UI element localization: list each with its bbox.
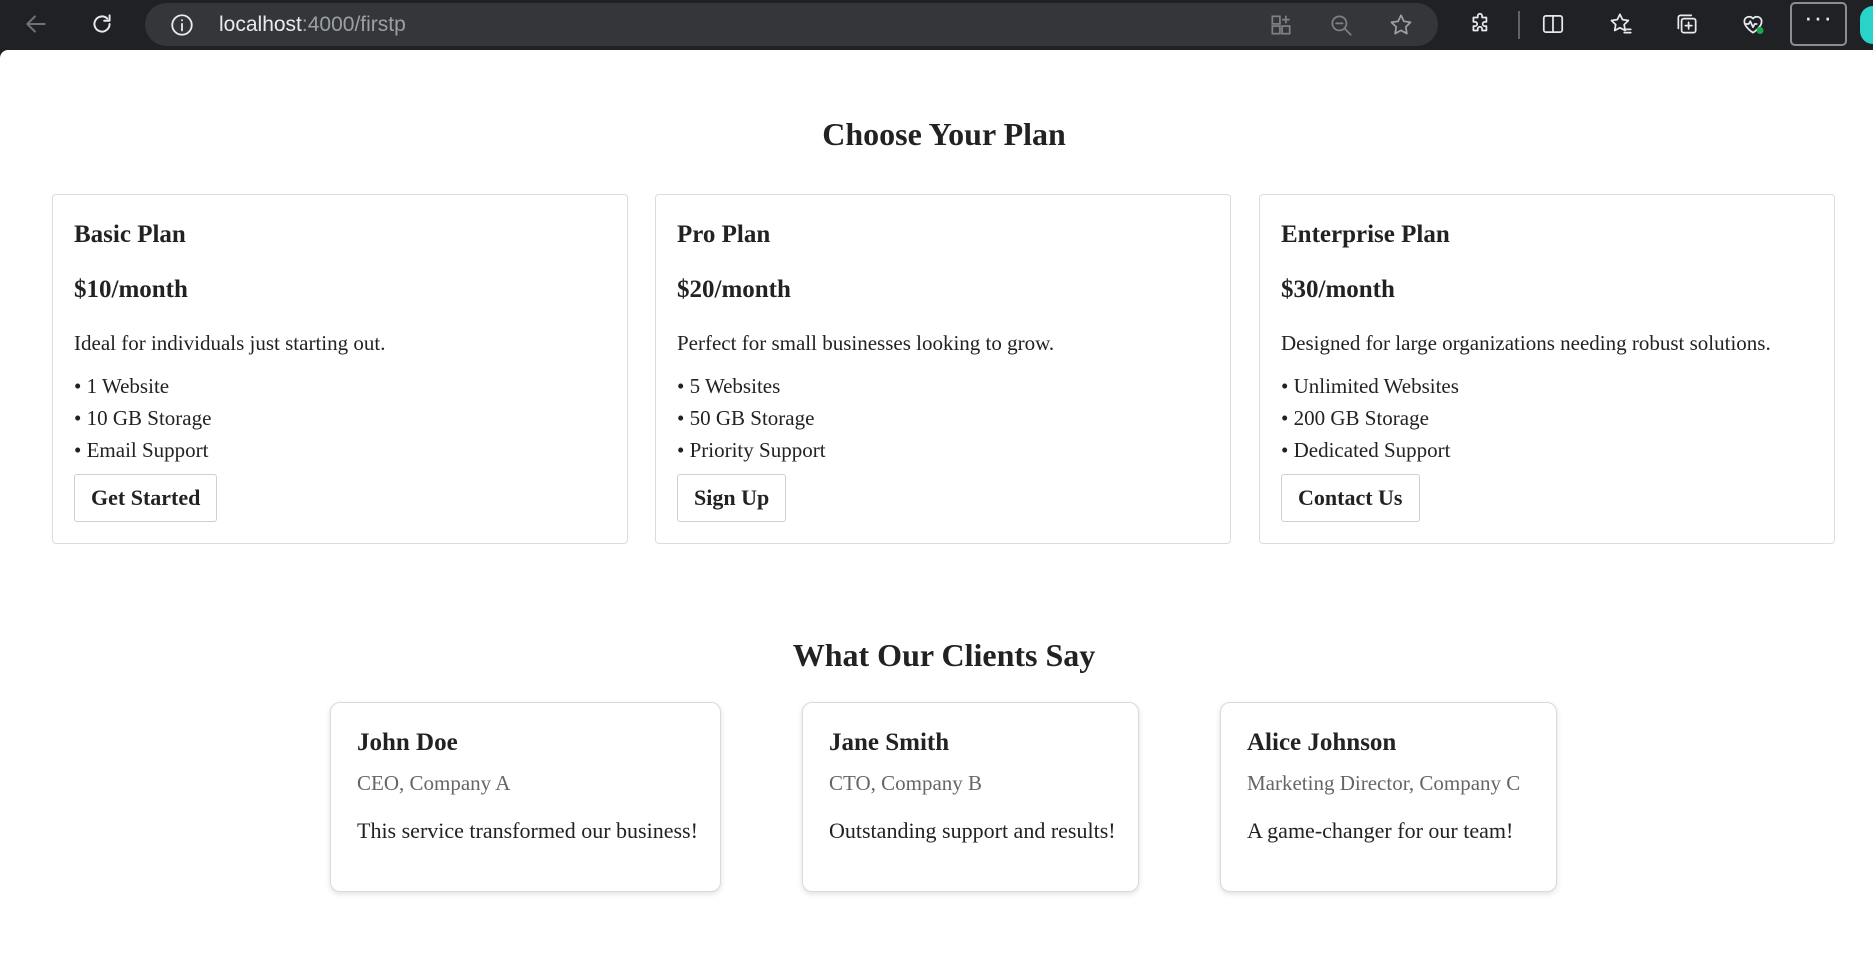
plan-description: Perfect for small businesses looking to …	[677, 331, 1055, 355]
contact-us-button[interactable]: Contact Us	[1281, 474, 1420, 522]
url-text[interactable]: localhost:4000/firstp	[219, 13, 406, 37]
plan-features: • 5 Websites • 50 GB Storage • Priority …	[677, 370, 826, 466]
plan-price: $20/month	[677, 276, 791, 303]
url-host: localhost	[219, 13, 302, 36]
app-available-icon[interactable]	[1268, 12, 1294, 38]
toolbar-divider	[1518, 11, 1520, 39]
plan-feature: • 10 GB Storage	[74, 406, 212, 430]
zoom-out-icon[interactable]	[1328, 12, 1354, 38]
plan-feature: • 200 GB Storage	[1281, 406, 1429, 430]
sidebar-copilot-icon[interactable]	[1860, 6, 1873, 44]
sign-up-button[interactable]: Sign Up	[677, 474, 787, 522]
testimonials-title: What Our Clients Say	[792, 637, 1096, 673]
testimonial-name: John Doe	[357, 729, 458, 756]
plan-feature: • Dedicated Support	[1281, 438, 1451, 462]
url-path: :4000/firstp	[301, 13, 406, 36]
plan-name: Pro Plan	[677, 221, 771, 248]
pricing-title: Choose Your Plan	[822, 116, 1066, 152]
info-icon[interactable]	[169, 12, 195, 38]
plan-price: $30/month	[1281, 276, 1395, 303]
page-viewport: Choose Your Plan Basic Plan $10/month Id…	[0, 50, 1873, 958]
plan-card-pro: Pro Plan $20/month Perfect for small bus…	[655, 194, 1231, 544]
reload-icon[interactable]	[84, 6, 120, 42]
testimonial-card: John Doe CEO, Company A This service tra…	[330, 702, 721, 892]
favorite-star-icon[interactable]	[1388, 12, 1414, 38]
testimonial-name: Alice Johnson	[1247, 729, 1397, 756]
testimonial-name: Jane Smith	[829, 729, 950, 756]
browser-toolbar: localhost:4000/firstp ···	[0, 0, 1873, 50]
split-screen-icon[interactable]	[1535, 6, 1571, 42]
plan-feature: • Unlimited Websites	[1281, 374, 1459, 398]
more-icon[interactable]: ···	[1790, 2, 1847, 46]
plan-feature: • Email Support	[74, 438, 209, 462]
testimonial-role: CTO, Company B	[829, 771, 983, 795]
plan-feature: • 5 Websites	[677, 374, 781, 398]
extensions-icon[interactable]	[1463, 6, 1499, 42]
plan-description: Designed for large organizations needing…	[1281, 331, 1771, 355]
testimonial-card: Alice Johnson Marketing Director, Compan…	[1220, 702, 1557, 892]
testimonial-quote: Outstanding support and results!	[829, 818, 1116, 843]
testimonial-card: Jane Smith CTO, Company B Outstanding su…	[802, 702, 1139, 892]
plan-name: Enterprise Plan	[1281, 221, 1450, 248]
favorites-icon[interactable]	[1603, 6, 1639, 42]
testimonial-quote: This service transformed our business!	[357, 818, 698, 843]
plan-feature: • 1 Website	[74, 374, 170, 398]
plan-price: $10/month	[74, 276, 188, 303]
address-bar[interactable]: localhost:4000/firstp	[145, 3, 1438, 46]
get-started-button[interactable]: Get Started	[74, 474, 218, 522]
plan-name: Basic Plan	[74, 221, 186, 248]
plan-card-enterprise: Enterprise Plan $30/month Designed for l…	[1259, 194, 1835, 544]
testimonial-role: CEO, Company A	[357, 771, 511, 795]
collections-icon[interactable]	[1669, 6, 1705, 42]
browser-essentials-icon[interactable]	[1735, 6, 1771, 42]
plan-features: • Unlimited Websites • 200 GB Storage • …	[1281, 370, 1459, 466]
plan-card-basic: Basic Plan $10/month Ideal for individua…	[52, 194, 628, 544]
plan-description: Ideal for individuals just starting out.	[74, 331, 386, 355]
testimonial-quote: A game-changer for our team!	[1247, 818, 1514, 843]
testimonial-role: Marketing Director, Company C	[1247, 771, 1521, 795]
plan-feature: • Priority Support	[677, 438, 826, 462]
plan-feature: • 50 GB Storage	[677, 406, 815, 430]
plan-features: • 1 Website • 10 GB Storage • Email Supp…	[74, 370, 211, 466]
back-arrow-icon[interactable]	[18, 6, 54, 42]
